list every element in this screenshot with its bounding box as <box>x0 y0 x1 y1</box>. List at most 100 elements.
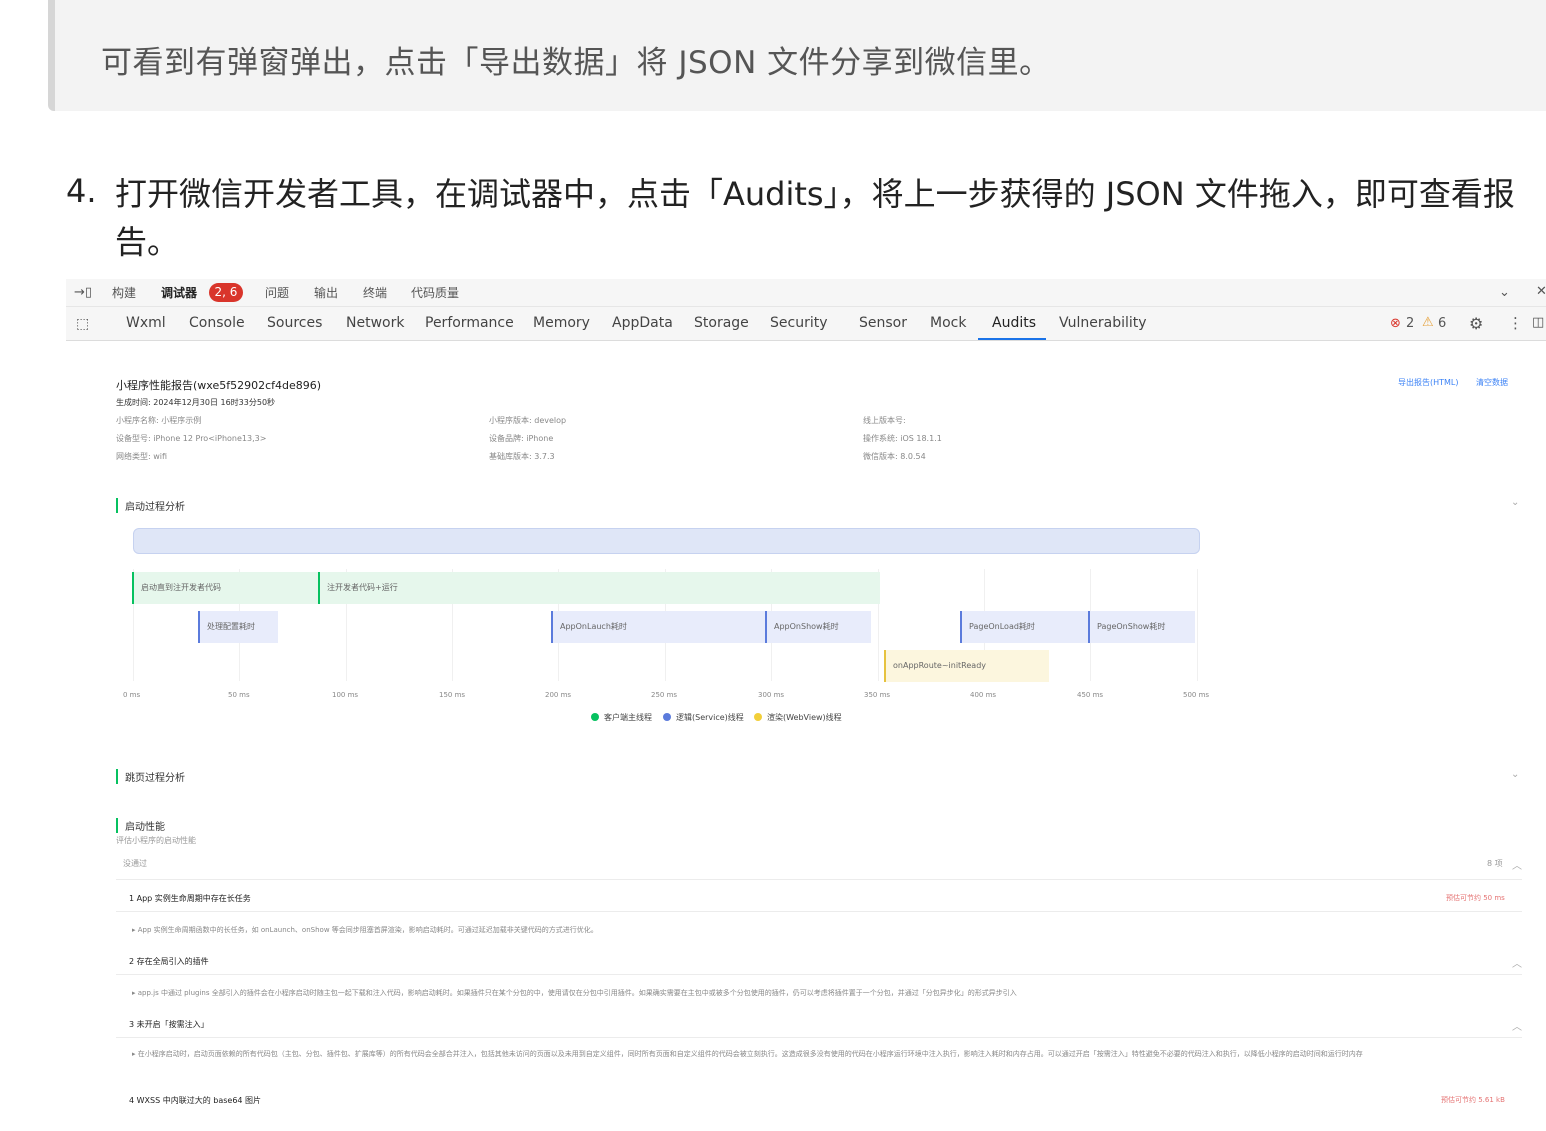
panel-tab-vulnerability[interactable]: Vulnerability <box>1059 315 1147 331</box>
meta-app-name: 小程序名称: 小程序示例 <box>116 416 202 425</box>
item-count: 8 项 <box>1487 859 1503 868</box>
timeline-bar[interactable]: onAppRoute~initReady <box>884 650 1049 682</box>
chevron-down-icon[interactable]: ⌄ <box>1499 285 1510 300</box>
not-passed-collapse-icon[interactable]: ︿ <box>1512 857 1522 872</box>
panel-tab-network[interactable]: Network <box>346 315 404 331</box>
timeline-bar[interactable]: PageOnLoad耗时 <box>960 611 1088 643</box>
legend-webview-thread[interactable]: 渲染(WebView)线程 <box>754 712 842 723</box>
timeline-overview-brush[interactable] <box>133 528 1200 554</box>
timeline-bar[interactable]: PageOnShow耗时 <box>1088 611 1195 643</box>
close-icon[interactable]: ✕ <box>1536 284 1546 299</box>
tick-label: 0 ms <box>123 691 141 699</box>
chevron-up-icon[interactable]: ︿ <box>1512 1018 1522 1033</box>
tab-issues[interactable]: 问题 <box>265 284 289 301</box>
active-tab-indicator <box>978 338 1046 340</box>
panel-tab-memory[interactable]: Memory <box>533 315 590 331</box>
clear-data-link[interactable]: 清空数据 <box>1476 377 1508 388</box>
meta-lib-version: 基础库版本: 3.7.3 <box>489 452 555 461</box>
devtools-screenshot: →▯ 构建 调试器 2, 6 问题 输出 终端 代码质量 ⌄ ✕ ⬚ Wxml … <box>66 279 1546 1131</box>
meta-os: 操作系统: iOS 18.1.1 <box>863 434 942 443</box>
panel-tab-console[interactable]: Console <box>189 315 245 331</box>
timeline-bar[interactable]: AppOnShow耗时 <box>765 611 871 643</box>
panel-tab-wxml[interactable]: Wxml <box>126 315 166 331</box>
meta-wechat-version: 微信版本: 8.0.54 <box>863 452 926 461</box>
chevron-up-icon[interactable]: ︿ <box>1512 955 1522 970</box>
tab-code-quality[interactable]: 代码质量 <box>411 284 459 301</box>
inspect-element-icon[interactable]: ⬚ <box>76 316 89 332</box>
audit-item-title[interactable]: 2 存在全局引入的插件 <box>129 956 209 967</box>
export-html-link[interactable]: 导出报告(HTML) <box>1398 377 1459 388</box>
step-number: 4. <box>66 172 97 210</box>
tick-label: 150 ms <box>439 691 466 699</box>
tick-label: 200 ms <box>545 691 572 699</box>
timeline-bar[interactable]: 注开发者代码+运行 <box>318 572 880 604</box>
divider <box>116 1037 1522 1038</box>
dock-toggle-icon[interactable]: →▯ <box>74 285 92 300</box>
tab-terminal[interactable]: 终端 <box>363 284 387 301</box>
warning-count[interactable]: 6 <box>1438 316 1446 331</box>
startup-collapse-chevron-icon[interactable]: ⌄ <box>1511 497 1519 508</box>
timeline-bar[interactable]: 处理配置耗时 <box>198 611 278 643</box>
divider <box>116 911 1522 912</box>
grid-line <box>1197 569 1198 681</box>
undock-icon[interactable]: ◫ <box>1532 315 1544 330</box>
more-options-icon[interactable]: ⋮ <box>1508 314 1523 332</box>
tick-label: 400 ms <box>970 691 997 699</box>
tick-label: 450 ms <box>1077 691 1104 699</box>
audit-item-description[interactable]: ▸ 在小程序启动时，启动页面依赖的所有代码包（主包、分包、插件包、扩展库等）的所… <box>132 1048 1522 1061</box>
panel-tab-security[interactable]: Security <box>770 315 828 331</box>
audit-item-title[interactable]: 3 未开启「按需注入」 <box>129 1019 209 1030</box>
legend-label: 客户端主线程 <box>604 713 652 722</box>
legend-label: 逻辑(Service)线程 <box>676 713 744 722</box>
navigation-section-title: 跳页过程分析 <box>116 769 185 784</box>
not-passed-label: 没通过 <box>123 859 147 868</box>
panel-tab-mock[interactable]: Mock <box>930 315 966 331</box>
panel-tab-performance[interactable]: Performance <box>425 315 514 331</box>
timeline-bar[interactable]: AppOnLauch耗时 <box>551 611 765 643</box>
devtools-top-tabbar: →▯ 构建 调试器 2, 6 问题 输出 终端 代码质量 ⌄ ✕ <box>66 279 1546 307</box>
tick-label: 50 ms <box>228 691 250 699</box>
audit-item-title[interactable]: 1 App 实例生命周期中存在长任务 <box>129 893 251 904</box>
tick-label: 250 ms <box>651 691 678 699</box>
meta-network: 网络类型: wifi <box>116 452 168 461</box>
legend-main-thread[interactable]: 客户端主线程 <box>591 712 652 723</box>
panel-tab-audits[interactable]: Audits <box>992 315 1036 331</box>
quote-block: 可看到有弹窗弹出，点击「导出数据」将 JSON 文件分享到微信里。 <box>48 0 1546 111</box>
tab-debugger[interactable]: 调试器 <box>161 284 197 301</box>
meta-device-brand: 设备品牌: iPhone <box>489 434 554 443</box>
tab-build[interactable]: 构建 <box>112 284 136 301</box>
audit-item-saving: 预估可节约 5.61 kB <box>1441 1096 1505 1104</box>
audit-item-description[interactable]: ▸ App 实例生命周期函数中的长任务，如 onLaunch、onShow 等会… <box>132 924 1522 937</box>
debugger-issue-badge: 2, 6 <box>209 283 243 302</box>
legend-dot-green <box>591 713 599 721</box>
performance-subtitle: 评估小程序的启动性能 <box>116 836 196 845</box>
divider <box>116 974 1522 975</box>
panel-tab-sources[interactable]: Sources <box>267 315 322 331</box>
error-icon: ⊗ <box>1390 316 1401 331</box>
tick-label: 300 ms <box>758 691 785 699</box>
panel-tab-appdata[interactable]: AppData <box>612 315 673 331</box>
tab-output[interactable]: 输出 <box>314 284 338 301</box>
audit-item-title[interactable]: 4 WXSS 中内联过大的 base64 图片 <box>129 1095 261 1106</box>
performance-section-title: 启动性能 <box>116 818 165 833</box>
meta-online-version: 线上版本号: <box>863 416 906 425</box>
error-count[interactable]: 2 <box>1406 316 1414 331</box>
report-generated-time: 生成时间: 2024年12月30日 16时33分50秒 <box>116 398 276 407</box>
tick-label: 350 ms <box>864 691 891 699</box>
tick-label: 500 ms <box>1183 691 1210 699</box>
navigation-collapse-chevron-icon[interactable]: ⌄ <box>1511 769 1519 780</box>
warning-icon: ⚠ <box>1422 315 1434 330</box>
panel-tab-sensor[interactable]: Sensor <box>859 315 907 331</box>
panel-tab-storage[interactable]: Storage <box>694 315 749 331</box>
timeline-bar[interactable]: 启动直到注开发者代码 <box>132 572 318 604</box>
settings-gear-icon[interactable]: ⚙ <box>1469 314 1483 333</box>
audit-item-description[interactable]: ▸ app.js 中通过 plugins 全部引入的插件会在小程序启动时随主包一… <box>132 987 1522 1000</box>
meta-app-version: 小程序版本: develop <box>489 416 567 425</box>
divider <box>116 879 1522 880</box>
step-text: 打开微信开发者工具，在调试器中，点击「Audits」，将上一步获得的 JSON … <box>115 175 1515 261</box>
audit-item-saving: 预估可节约 50 ms <box>1446 894 1505 902</box>
tick-label: 100 ms <box>332 691 359 699</box>
legend-label: 渲染(WebView)线程 <box>767 713 842 722</box>
legend-service-thread[interactable]: 逻辑(Service)线程 <box>663 712 744 723</box>
meta-device-model: 设备型号: iPhone 12 Pro<iPhone13,3> <box>116 434 267 443</box>
